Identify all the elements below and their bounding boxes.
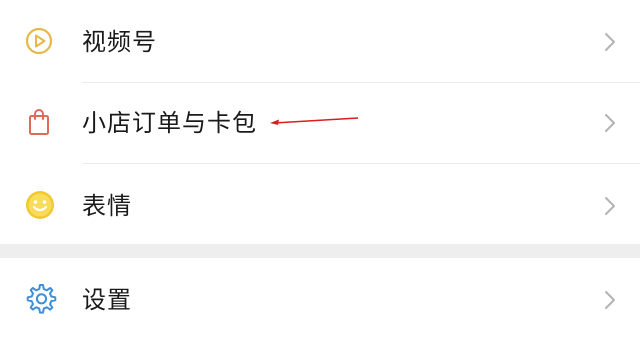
menu-item-label: 小店订单与卡包: [82, 109, 257, 137]
section-gap: [0, 244, 640, 258]
chevron-right-icon: [602, 30, 618, 54]
menu-item-stickers[interactable]: 表情: [0, 164, 640, 244]
chevron-right-icon: [602, 288, 618, 312]
smiley-face-icon: [24, 188, 58, 222]
menu-item-settings[interactable]: 设置: [0, 258, 640, 338]
menu-item-label: 设置: [82, 286, 132, 314]
channels-play-icon: [24, 25, 58, 59]
shopping-bag-icon: [24, 106, 58, 140]
chevron-right-icon: [602, 111, 618, 135]
menu-item-label: 表情: [82, 192, 132, 220]
menu-item-channels[interactable]: 视频号: [0, 0, 640, 82]
gear-icon: [24, 282, 58, 316]
menu-item-label: 视频号: [82, 28, 157, 56]
chevron-right-icon: [602, 194, 618, 218]
annotation-arrow-icon: [270, 117, 359, 125]
me-settings-screen: 视频号 小店订单与卡包 表情 设置: [0, 0, 640, 338]
